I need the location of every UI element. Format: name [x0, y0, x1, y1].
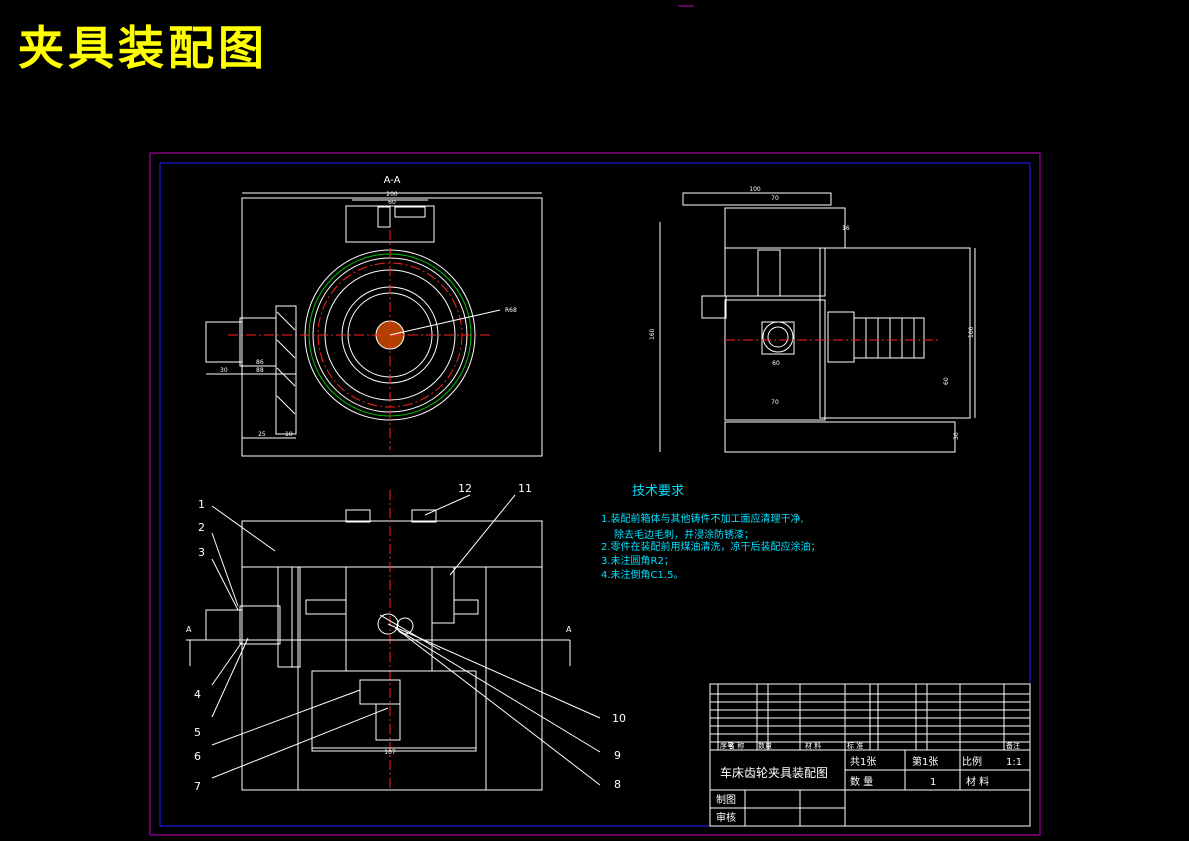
balloon-12: 12: [458, 482, 472, 495]
balloon-9: 9: [614, 749, 621, 762]
side-view: 100 70 16 160 100 60 70 60 30: [649, 186, 976, 453]
dim-left-d: 25: [258, 431, 266, 438]
material-label: 材 料: [966, 775, 989, 788]
side-body: [819, 247, 971, 419]
section-marker-left: A: [186, 625, 192, 634]
dim-top-b: 60: [388, 199, 396, 206]
frame-outer: [149, 152, 1041, 836]
technical-requirements: 技术要求 1.装配前箱体与其他铸件不加工面应清理干净, 除去毛边毛刺，并浸涂防锈…: [601, 484, 821, 581]
bom-header-material: 材 料: [805, 741, 821, 750]
balloon-11: 11: [518, 482, 532, 495]
tech-item-1b: 除去毛边毛刺，并浸涂防锈漆；: [614, 528, 754, 541]
dim-left-a: 30: [220, 367, 228, 374]
dim-side-mid: 60: [943, 377, 950, 385]
left-shaft: [205, 321, 243, 363]
bom-header-name: 名 称: [728, 741, 744, 750]
balloon-10: 10: [612, 712, 626, 725]
balloon-1: 1: [198, 498, 205, 511]
balloon-4: 4: [194, 688, 201, 701]
sheet-no: 第1张: [912, 755, 938, 768]
tech-item-2: 2.零件在装配前用煤油清洗，凉干后装配应涂油；: [601, 540, 821, 553]
front-view: A A 107: [186, 490, 601, 791]
balloon-8: 8: [614, 778, 621, 791]
dim-side-low: 70: [771, 399, 779, 406]
quantity-label: 数 量: [850, 775, 873, 788]
drawn-by-label: 制图: [716, 793, 736, 806]
dim-side-small: 60: [772, 360, 780, 367]
top-plate: [241, 520, 543, 568]
tech-item-3: 3.未注圆角R2；: [601, 554, 674, 567]
quantity-value: 1: [930, 777, 936, 788]
title-block: 序号 名 称 数量 材 料 标 准 备注 车床齿轮夹具装配图 共1张 第1张 比…: [709, 683, 1031, 827]
dim-side-top-c: 16: [842, 225, 850, 232]
dim-side-height: 160: [649, 328, 656, 340]
bom-header-standard: 标 准: [847, 741, 863, 750]
tech-item-1: 1.装配前箱体与其他铸件不加工面应清理干净,: [601, 512, 804, 525]
center-block: [345, 566, 433, 672]
dim-left-c: 86: [256, 359, 264, 366]
balloon-7: 7: [194, 780, 201, 793]
section-label: A-A: [384, 175, 401, 186]
dim-radius: R68: [505, 307, 517, 314]
dim-side-right: 100: [968, 326, 975, 338]
tech-heading: 技术要求: [632, 484, 684, 499]
section-view-aa: A-A 200 60 R68 30 88 86 25 10: [205, 175, 543, 457]
frame-inner: [159, 162, 1031, 827]
dim-side-top-a: 100: [749, 186, 761, 193]
balloon-5: 5: [194, 726, 201, 739]
tech-item-4: 4.未注倒角C1.5。: [601, 568, 683, 581]
scale-label: 比例: [962, 755, 982, 768]
assembly-drawing: A-A 200 60 R68 30 88 86 25 10 100 70 16 …: [149, 5, 1041, 836]
drawing-name: 车床齿轮夹具装配图: [720, 765, 828, 780]
scale-value: 1:1: [1006, 757, 1022, 768]
dim-side-bottom: 30: [953, 432, 960, 440]
balloon-6: 6: [194, 750, 201, 763]
section-marker-right: A: [566, 625, 572, 634]
bom-header-remark: 备注: [1006, 741, 1020, 750]
dim-front-bottom: 107: [384, 749, 396, 756]
front-shaft: [205, 609, 243, 641]
checked-by-label: 审核: [716, 811, 736, 824]
bom-header-qty: 数量: [758, 741, 772, 750]
dim-left-b: 88: [256, 367, 264, 374]
balloon-3: 3: [198, 546, 205, 559]
dim-side-top-b: 70: [771, 195, 779, 202]
dim-left-e: 10: [285, 431, 293, 438]
dim-top-a: 200: [386, 191, 398, 198]
balloon-2: 2: [198, 521, 205, 534]
sheets-total: 共1张: [850, 756, 876, 768]
